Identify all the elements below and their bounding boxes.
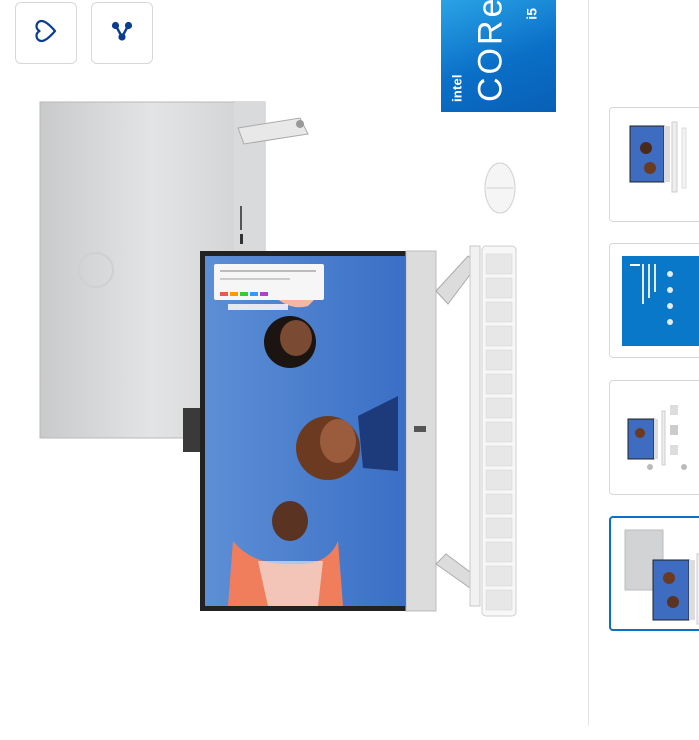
- gallery-divider: [588, 0, 589, 726]
- core-tier-text: i5: [523, 8, 539, 20]
- monitor-front-view: [200, 250, 437, 612]
- share-button[interactable]: [91, 2, 153, 64]
- keyboard: [481, 245, 517, 617]
- main-product-image: [39, 101, 517, 617]
- heart-icon: [33, 18, 59, 49]
- mouse: [484, 162, 516, 214]
- thumbnail-1[interactable]: [609, 107, 699, 222]
- thumbnail-4[interactable]: [609, 516, 699, 631]
- core-text: CORe: [471, 0, 509, 102]
- thumbnail-3[interactable]: [609, 380, 699, 495]
- share-icon: [108, 17, 136, 50]
- monitor-stand: [435, 245, 481, 607]
- add-to-favorites-button[interactable]: [15, 2, 77, 64]
- thumbnail-2[interactable]: [609, 243, 699, 358]
- product-gallery: intel CORe i5: [0, 0, 699, 740]
